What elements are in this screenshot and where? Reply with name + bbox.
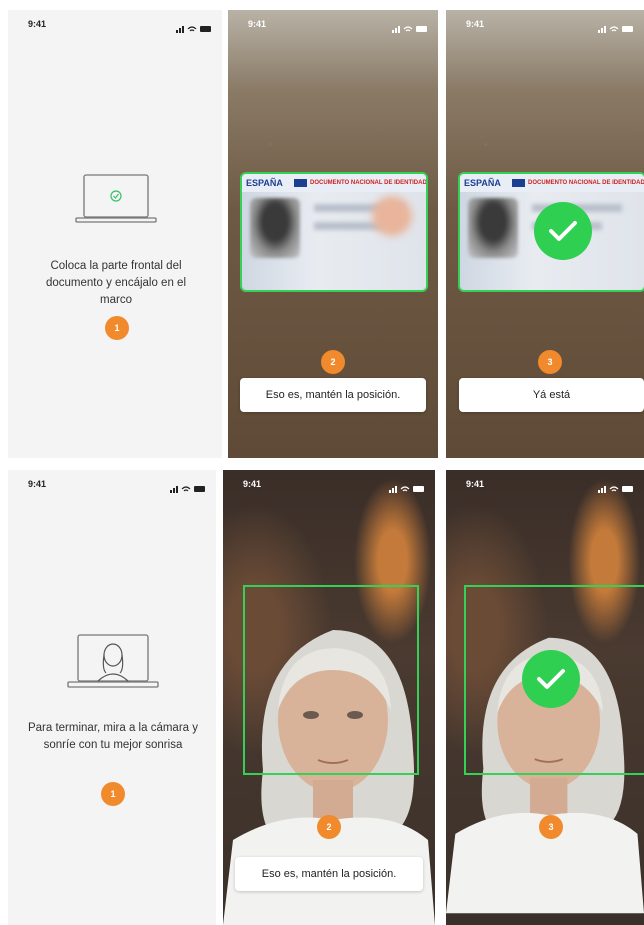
doc-screen-2: 9:41 ESPAÑA DOCUMENTO NACIONAL DE IDENTI… [228,10,438,458]
doc-screen-1: 9:41 Coloca la parte frontal del documen… [8,10,222,458]
status-bar: 9:41 [8,10,222,36]
battery-icon [413,486,424,492]
success-check-icon [534,202,592,260]
wifi-icon [187,26,197,32]
status-time: 9:41 [466,479,485,489]
id-card-photo [468,198,518,258]
id-card-frame: ESPAÑA DOCUMENTO NACIONAL DE IDENTIDAD [240,172,428,292]
status-icons [170,480,206,498]
battery-icon [200,26,211,32]
doc-instruction: Coloca la parte frontal del documento y … [45,260,186,306]
selfie-instruction: Para terminar, mira a la cámara y sonríe… [27,722,198,751]
check-icon [110,190,122,202]
status-message: Yá está [459,378,644,412]
signal-icon [176,26,184,33]
battery-icon [416,26,427,32]
signal-icon [389,486,397,493]
id-card-seal-blur [372,196,412,236]
battery-icon [622,486,633,492]
status-message: Eso es, mantén la posición. [240,378,426,412]
status-icons [392,20,428,38]
battery-icon [194,486,205,492]
eu-flag-icon [512,179,525,187]
step-badge-1: 1 [101,782,125,806]
status-time: 9:41 [248,19,267,29]
status-time: 9:41 [466,19,485,29]
status-bar: 9:41 [446,10,644,36]
status-icons [598,480,634,498]
wifi-icon [609,26,619,32]
step-badge-2: 2 [317,815,341,839]
battery-icon [622,26,633,32]
signal-icon [392,26,400,33]
step-badge-3: 3 [539,815,563,839]
status-bar: 9:41 [446,470,644,496]
selfie-screen-1: 9:41 Para terminar, mira a la cámara y s… [8,470,216,925]
wifi-icon [403,26,413,32]
signal-icon [598,486,606,493]
id-card-photo [250,198,300,258]
eu-flag-icon [294,179,307,187]
selfie-screen-2: 9:41 2 Eso es, mantén la posición. [223,470,435,925]
id-card-doc-label: DOCUMENTO NACIONAL DE IDENTIDAD [528,180,644,186]
wifi-icon [181,486,191,492]
id-card-country: ESPAÑA [246,178,283,188]
status-bar: 9:41 [223,470,435,496]
face-detection-frame [243,585,419,775]
signal-icon [170,486,178,493]
success-check-icon [522,650,580,708]
signal-icon [598,26,606,33]
status-time: 9:41 [28,479,47,489]
step-badge-2: 2 [321,350,345,374]
status-icons [389,480,425,498]
wifi-icon [609,486,619,492]
id-card-doc-label: DOCUMENTO NACIONAL DE IDENTIDAD [310,180,427,186]
status-message: Eso es, mantén la posición. [235,857,423,891]
selfie-screen-3: 9:41 3 [446,470,644,925]
status-time: 9:41 [28,19,47,29]
status-time: 9:41 [243,479,262,489]
laptop-selfie-icon [67,634,159,688]
step-badge-3: 3 [538,350,562,374]
doc-screen-3: 9:41 ESPAÑA DOCUMENTO NACIONAL DE IDENTI… [446,10,644,458]
id-card-country: ESPAÑA [464,178,501,188]
status-bar: 9:41 [8,470,216,496]
status-icons [598,20,634,38]
status-icons [176,20,212,38]
status-bar: 9:41 [228,10,438,36]
laptop-icon [75,174,157,223]
step-badge-1: 1 [105,316,129,340]
wifi-icon [400,486,410,492]
